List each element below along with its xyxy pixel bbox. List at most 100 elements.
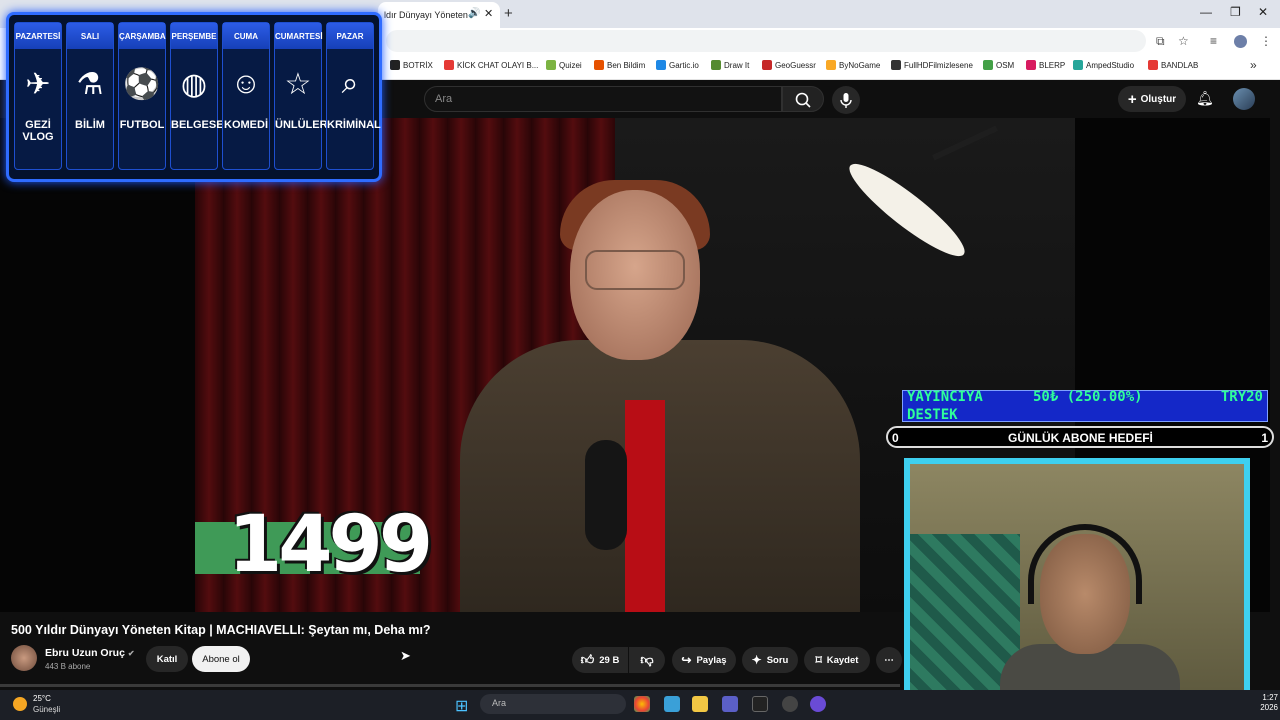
restore-icon[interactable]: ❐	[1230, 5, 1241, 19]
schedule-genre: KOMEDİ	[224, 119, 268, 131]
bookmark-item[interactable]: GeoGuessr	[762, 60, 816, 70]
schedule-day: CUMARTESİ ☆ ÜNLÜLER	[274, 22, 328, 170]
bookmark-item[interactable]: AmpedStudio	[1073, 60, 1134, 70]
search-input[interactable]: Ara	[424, 86, 782, 112]
weather-temperature[interactable]: 25°C	[33, 694, 51, 703]
glasses-icon	[585, 250, 685, 290]
bookmark-favicon-icon	[444, 60, 454, 70]
bookmark-label: KİCK CHAT OLAYI B...	[457, 60, 539, 70]
bookmark-item[interactable]: Ben Bildim	[594, 60, 645, 70]
channel-avatar[interactable]	[11, 645, 37, 671]
search-button[interactable]	[782, 86, 824, 112]
join-button[interactable]: Katıl	[146, 646, 188, 672]
teams-app-icon[interactable]	[722, 696, 738, 712]
schedule-day: CUMA ☺ KOMEDİ	[222, 22, 270, 170]
thumbs-up-icon: 👍︎	[580, 652, 595, 667]
streaming-app-icon[interactable]	[810, 696, 826, 712]
more-horizontal-icon: ⋯	[884, 654, 894, 666]
bookmark-label: OSM	[996, 60, 1015, 70]
bookmark-item[interactable]: OSM	[983, 60, 1014, 70]
like-count: 29 B	[599, 654, 620, 666]
address-field[interactable]	[386, 30, 1146, 52]
channel-name-text: Ebru Uzun Oruç	[45, 647, 125, 659]
tab-title: ldır Dünyayı Yöneten	[384, 10, 468, 20]
schedule-day-name: CUMARTESİ	[275, 23, 323, 49]
bookmark-label: Ben Bildim	[607, 60, 646, 70]
globe-icon: ◍	[180, 68, 208, 101]
schedule-genre: BİLİM	[75, 119, 105, 131]
content-divider	[0, 684, 900, 687]
bookmark-item[interactable]: Quizei	[546, 60, 582, 70]
new-tab-button[interactable]: +	[504, 5, 513, 22]
ask-label: Soru	[766, 654, 789, 666]
create-button[interactable]: + Oluştur	[1118, 86, 1186, 112]
taskbar-clock[interactable]: 1:27 2026	[1250, 693, 1278, 713]
more-bookmarks-icon[interactable]: »	[1250, 58, 1257, 72]
bookmark-item[interactable]: Gartic.io	[656, 60, 699, 70]
profile-avatar[interactable]	[1234, 35, 1247, 48]
windows-start-icon[interactable]: ⊞	[455, 696, 468, 716]
donation-label-line1: YAYINCIYA	[907, 389, 983, 405]
studio-microphone	[585, 440, 627, 550]
weather-description[interactable]: Güneşli	[33, 705, 60, 714]
bookmark-item[interactable]: ByNoGame	[826, 60, 880, 70]
bookmark-label: Gartic.io	[669, 60, 699, 70]
steam-app-icon[interactable]	[782, 696, 798, 712]
magnifier-fingerprint-icon: ⌕	[341, 67, 359, 100]
lamp-shade	[849, 163, 965, 257]
share-button[interactable]: ↪ Paylaş	[672, 647, 736, 673]
schedule-genre: KRİMİNAL	[327, 119, 381, 131]
close-window-icon[interactable]: ✕	[1258, 5, 1268, 19]
weather-sun-icon[interactable]	[13, 697, 27, 711]
menu-icon[interactable]: ⋮	[1260, 34, 1272, 48]
bookmark-item[interactable]: BOTRİX	[390, 60, 433, 70]
bookmark-item[interactable]: BLERP	[1026, 60, 1065, 70]
minimize-icon[interactable]: —	[1200, 5, 1212, 19]
schedule-day-name: CUMA	[223, 23, 269, 49]
bookmark-favicon-icon	[891, 60, 901, 70]
bookmark-item[interactable]: FullHDFilmizlesene	[891, 60, 973, 70]
schedule-day-name: PAZARTESİ	[15, 23, 61, 49]
subscribe-button[interactable]: Abone ol	[192, 646, 250, 672]
plus-icon: +	[1127, 90, 1137, 108]
media-icon[interactable]: ≡	[1210, 34, 1217, 48]
bookmark-favicon-icon	[594, 60, 604, 70]
notifications-bell-icon[interactable]: 🔔︎	[1196, 90, 1214, 107]
microphone-icon	[840, 93, 852, 108]
bookmark-label: AmpedStudio	[1086, 60, 1135, 70]
install-icon[interactable]: ⧉	[1156, 34, 1165, 49]
ask-button[interactable]: ✦ Soru	[742, 647, 798, 673]
voice-search-button[interactable]	[832, 86, 860, 114]
close-tab-icon[interactable]: ✕	[484, 7, 493, 20]
create-label: Oluştur	[1140, 93, 1177, 105]
sparkle-icon: ✦	[751, 653, 762, 667]
subscriber-goal-bar: 0 GÜNLÜK ABONE HEDEFİ 1	[886, 426, 1274, 448]
bookmark-label: FullHDFilmizlesene	[904, 60, 973, 70]
bookmark-favicon-icon	[826, 60, 836, 70]
taskbar-search-input[interactable]: Ara	[480, 694, 626, 714]
channel-name[interactable]: Ebru Uzun Oruç ✔	[45, 647, 135, 659]
save-button[interactable]: ⌑ Kaydet	[804, 647, 870, 673]
verified-icon: ✔	[127, 649, 135, 658]
chrome-app-icon[interactable]	[634, 696, 650, 712]
bookmark-favicon-icon	[390, 60, 400, 70]
photos-app-icon[interactable]	[664, 696, 680, 712]
schedule-day: ÇARŞAMBA ⚽ FUTBOL	[118, 22, 166, 170]
bookmark-favicon-icon	[983, 60, 993, 70]
audio-icon[interactable]: 🔊	[468, 8, 480, 19]
bookmark-favicon-icon	[656, 60, 666, 70]
bookmark-star-icon[interactable]: ☆	[1178, 34, 1189, 48]
file-explorer-icon[interactable]	[692, 696, 708, 712]
donation-target: TRY20	[1220, 389, 1263, 405]
dislike-button[interactable]: 👎︎	[629, 647, 665, 673]
browser-tab[interactable]: ldır Dünyayı Yöneten 🔊 ✕	[378, 2, 500, 28]
epic-games-icon[interactable]	[752, 696, 768, 712]
user-avatar[interactable]	[1233, 88, 1255, 110]
bookmark-item[interactable]: Draw It	[711, 60, 749, 70]
bookmark-item[interactable]: KİCK CHAT OLAYI B...	[444, 60, 538, 70]
like-button[interactable]: 👍︎ 29 B	[572, 647, 628, 673]
bookmark-item[interactable]: BANDLAB	[1148, 60, 1198, 70]
science-icon: ⚗	[76, 68, 104, 101]
more-actions-button[interactable]: ⋯	[876, 647, 902, 673]
webcam-overlay	[904, 458, 1250, 716]
